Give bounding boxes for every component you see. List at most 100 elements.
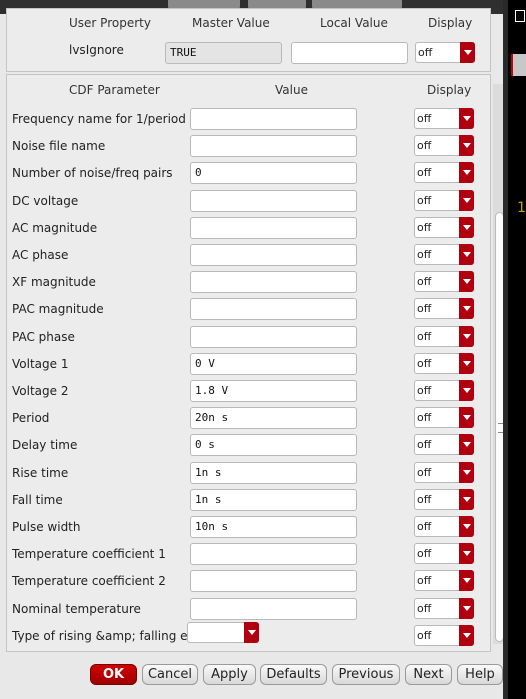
cdf-row-value-field[interactable]: 10n s (190, 516, 357, 538)
cdf-row-value-field[interactable]: 1n s (190, 461, 357, 484)
cdf-display-header: Display (427, 83, 472, 97)
help-button[interactable]: Help (457, 664, 503, 685)
cdf-row-display-select[interactable]: off (414, 597, 474, 619)
cdf-row-display-select[interactable]: off (414, 516, 474, 537)
ok-button[interactable]: OK (90, 664, 137, 685)
cdf-row-display-select[interactable]: off (414, 271, 474, 293)
cdf-row-value-field[interactable]: 1n s (190, 488, 357, 511)
cancel-button[interactable]: Cancel (142, 664, 198, 685)
cdf-row-display-select[interactable]: off (414, 488, 474, 510)
chevron-down-icon (459, 271, 474, 293)
cdf-row-value-field[interactable] (190, 597, 357, 620)
cdf-parameter-header: CDF Parameter (69, 83, 160, 97)
chevron-down-icon (459, 216, 474, 238)
cdf-row-value-field[interactable] (190, 135, 357, 158)
cdf-row-value-field[interactable] (190, 271, 357, 294)
background-edge: 1.8 (503, 0, 526, 699)
next-button[interactable]: Next (405, 664, 452, 685)
cdf-row-value-field[interactable]: 20n s (190, 407, 357, 430)
user-property-group: User Property Master Value Local Value D… (6, 8, 491, 72)
cdf-row-label: Nominal temperature (12, 601, 141, 616)
cdf-row-label: Pulse width (12, 520, 81, 534)
cdf-row-display-select[interactable]: off (414, 570, 474, 592)
local-value-field[interactable] (291, 42, 408, 64)
lvsignore-label: lvsIgnore (69, 43, 124, 57)
cdf-row-label: Noise file name (12, 139, 106, 154)
cdf-row-label: Frequency name for 1/period (12, 112, 186, 126)
cdf-row-display-value: off (417, 547, 432, 561)
cdf-row-display-select[interactable]: off (414, 407, 474, 429)
cdf-row-display-select[interactable]: off (414, 380, 474, 401)
cdf-row-display-value: off (417, 438, 432, 452)
cdf-row-value-field[interactable] (190, 543, 357, 566)
chevron-down-icon (459, 624, 474, 646)
cdf-row-label: DC voltage (12, 193, 79, 208)
cdf-row-value-field[interactable]: 0 s (190, 434, 357, 457)
user-display-select[interactable]: off (415, 42, 475, 63)
cdf-row-label: AC phase (12, 248, 69, 262)
cdf-row-value-field[interactable] (190, 325, 357, 348)
cdf-row-display-select[interactable]: off (414, 108, 474, 129)
cdf-row-label: Number of noise/freq pairs (12, 166, 173, 181)
master-value-field: TRUE (165, 42, 282, 64)
cdf-row-display-select[interactable]: off (414, 162, 474, 184)
cdf-row-value-field[interactable] (190, 189, 357, 212)
cdf-row-label: Voltage 1 (12, 356, 69, 371)
cdf-row-display-value: off (417, 356, 432, 370)
apply-button[interactable]: Apply (203, 664, 256, 685)
cdf-row-display-value: off (417, 139, 432, 153)
cdf-row-display-select[interactable]: off (414, 135, 474, 157)
cdf-row-display-select[interactable]: off (414, 624, 474, 646)
cdf-row-label: Type of rising &amp; falling edg (12, 628, 203, 643)
cdf-row-display-select[interactable]: off (414, 298, 474, 320)
cdf-row-value-field[interactable] (190, 298, 357, 321)
cdf-row-label: XF magnitude (12, 275, 96, 290)
cdf-row-display-value: off (417, 384, 432, 397)
cdf-row-value-field[interactable] (190, 108, 357, 130)
cdf-properties-window: User Property Master Value Local Value D… (0, 0, 507, 699)
chevron-down-icon (459, 189, 474, 211)
window-control-icon (515, 10, 525, 22)
previous-button[interactable]: Previous (332, 664, 400, 685)
side-text: 1.8 (517, 200, 526, 216)
cdf-row-value-field[interactable] (190, 244, 357, 266)
cdf-row-value-field[interactable]: 1.8 V (190, 380, 357, 402)
chevron-down-icon (459, 434, 474, 456)
cdf-row-display-value: off (417, 520, 432, 533)
chevron-down-icon (459, 135, 474, 157)
cdf-row-value-field[interactable] (190, 570, 357, 593)
user-display-value: off (418, 46, 433, 59)
cdf-row-display-select[interactable]: off (414, 461, 474, 483)
defaults-button[interactable]: Defaults (260, 664, 327, 685)
cdf-row-display-select[interactable]: off (414, 543, 474, 565)
cdf-row-label: Delay time (12, 438, 78, 453)
cdf-row-display-select[interactable]: off (414, 325, 474, 347)
chevron-down-icon (459, 325, 474, 347)
cdf-row-display-value: off (417, 112, 432, 125)
cdf-row-display-value: off (417, 411, 432, 425)
cdf-row-value-field[interactable] (190, 216, 357, 239)
cdf-row-display-value: off (417, 275, 432, 289)
cdf-row-display-select[interactable]: off (414, 434, 474, 456)
cdf-row-label: Rise time (12, 465, 69, 480)
cdf-row-value-field[interactable]: 0 V (190, 352, 357, 375)
chevron-down-icon (459, 108, 474, 129)
edge-type-select[interactable] (187, 621, 259, 643)
chevron-down-icon (459, 516, 474, 537)
master-value-header: Master Value (192, 16, 270, 30)
side-panel-icon (511, 54, 526, 76)
chevron-down-icon (459, 244, 474, 265)
cdf-row-display-select[interactable]: off (414, 352, 474, 374)
user-property-header: User Property (69, 16, 151, 30)
cdf-row-display-select[interactable]: off (414, 216, 474, 238)
cdf-row-label: Voltage 2 (12, 384, 69, 398)
cdf-row-label: Temperature coefficient 2 (12, 574, 166, 589)
chevron-down-icon (459, 461, 474, 483)
cdf-row-value-field[interactable]: 0 (190, 162, 357, 185)
cdf-row-display-select[interactable]: off (414, 244, 474, 265)
chevron-down-icon (459, 543, 474, 565)
chevron-down-icon (244, 621, 259, 643)
cdf-parameter-group: CDF Parameter Value Display Frequency na… (6, 74, 491, 652)
value-header: Value (275, 83, 308, 97)
cdf-row-display-select[interactable]: off (414, 189, 474, 211)
